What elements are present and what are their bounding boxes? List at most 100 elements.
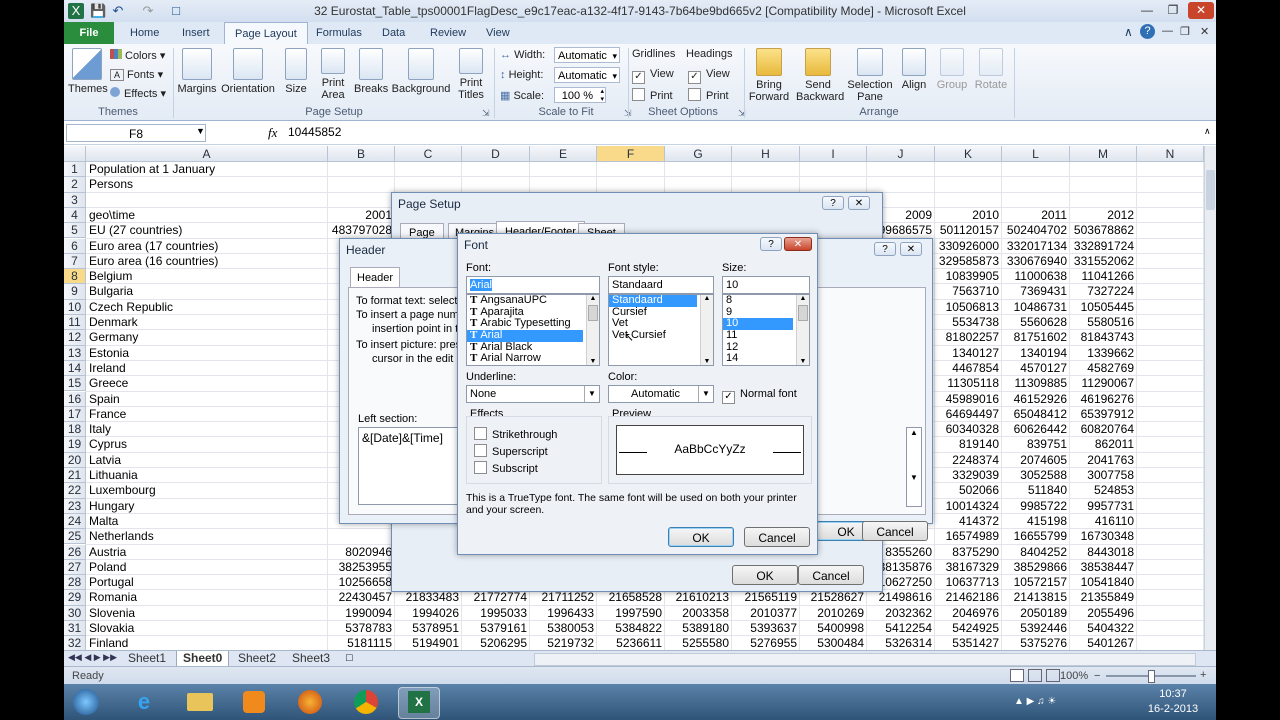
cell[interactable]: France xyxy=(86,407,346,422)
column-header[interactable]: H xyxy=(732,146,800,162)
cell[interactable]: 81802257 xyxy=(935,330,1002,345)
cell[interactable]: 483797028 xyxy=(328,223,395,238)
cell[interactable]: 1994026 xyxy=(395,606,462,621)
cell[interactable]: 10486731 xyxy=(1002,300,1070,315)
header-cancel-button[interactable]: Cancel xyxy=(862,521,928,541)
clock-date[interactable]: 16-2-2013 xyxy=(1140,703,1206,715)
cell[interactable]: 5219732 xyxy=(530,636,597,650)
group-button[interactable]: Group xyxy=(934,48,970,91)
cell[interactable]: 5392446 xyxy=(1002,621,1070,636)
cell[interactable] xyxy=(1002,177,1070,192)
cell[interactable]: 5393637 xyxy=(732,621,800,636)
sheet-tab-sheet2[interactable]: Sheet2 xyxy=(232,651,282,666)
sheet-tab-sheet1[interactable]: Sheet1 xyxy=(122,651,172,666)
cell[interactable]: 10256658 xyxy=(328,575,395,590)
cell[interactable] xyxy=(935,177,1002,192)
tab-data[interactable]: Data xyxy=(372,22,415,44)
cell[interactable]: 2001 xyxy=(328,208,395,223)
cell[interactable]: 21772774 xyxy=(462,590,530,605)
cell[interactable]: Slovakia xyxy=(86,621,346,636)
cell[interactable]: 21355849 xyxy=(1070,590,1137,605)
cell[interactable]: Italy xyxy=(86,422,346,437)
print-area-button[interactable]: Print Area xyxy=(316,48,350,101)
tab-view[interactable]: View xyxy=(476,22,520,44)
cell[interactable]: Austria xyxy=(86,545,346,560)
cell[interactable]: 5194901 xyxy=(395,636,462,650)
vertical-scrollbar[interactable] xyxy=(1204,146,1216,650)
cell[interactable]: 38538447 xyxy=(1070,560,1137,575)
page-setup-ok-button[interactable]: OK xyxy=(732,565,798,585)
ribbon-minimize-icon[interactable]: ∧ xyxy=(1124,25,1133,39)
column-header[interactable]: E xyxy=(530,146,597,162)
column-header[interactable]: L xyxy=(1002,146,1070,162)
row-header[interactable]: 22 xyxy=(64,483,86,499)
restore-button[interactable]: ❐ xyxy=(1160,2,1186,19)
row-header[interactable]: 27 xyxy=(64,559,86,576)
row-header[interactable]: 17 xyxy=(64,406,86,423)
cell[interactable]: 11305118 xyxy=(935,376,1002,391)
cell[interactable]: 7369431 xyxy=(1002,284,1070,299)
column-header[interactable]: F xyxy=(597,146,665,162)
clock-time[interactable]: 10:37 xyxy=(1148,688,1198,700)
horizontal-scrollbar[interactable] xyxy=(534,653,1196,666)
help-icon[interactable]: ? xyxy=(822,196,844,210)
cell[interactable]: 1996433 xyxy=(530,606,597,621)
cell[interactable]: 46152926 xyxy=(1002,392,1070,407)
cell[interactable]: 5379161 xyxy=(462,621,530,636)
cell[interactable]: 4582769 xyxy=(1070,361,1137,376)
cell[interactable]: 3052588 xyxy=(1002,468,1070,483)
cell[interactable]: 10541840 xyxy=(1070,575,1137,590)
color-select[interactable]: Automatic ▼ xyxy=(608,385,714,403)
tab-header[interactable]: Header xyxy=(350,267,401,289)
cell[interactable]: 21711252 xyxy=(530,590,597,605)
scale-input[interactable]: 100 % ▴ ▾ xyxy=(554,87,606,103)
row-header[interactable]: 5 xyxy=(64,223,86,239)
cell[interactable]: Germany xyxy=(86,330,346,345)
cell[interactable]: 2055496 xyxy=(1070,606,1137,621)
cell[interactable]: 330926000 xyxy=(935,239,1002,254)
cell[interactable]: Luxembourg xyxy=(86,483,346,498)
cell[interactable]: 60340328 xyxy=(935,422,1002,437)
formula-input[interactable]: 10445852 xyxy=(288,125,341,139)
cell[interactable]: Bulgaria xyxy=(86,284,346,299)
cell[interactable]: Denmark xyxy=(86,315,346,330)
column-header[interactable]: I xyxy=(800,146,867,162)
cell[interactable] xyxy=(1002,193,1070,208)
cell[interactable]: 21528627 xyxy=(800,590,867,605)
cell[interactable]: 9985722 xyxy=(1002,499,1070,514)
cell[interactable]: 8404252 xyxy=(1002,545,1070,560)
cell[interactable]: 5404322 xyxy=(1070,621,1137,636)
font-size-input[interactable]: 10 xyxy=(722,276,810,294)
cell[interactable]: 8443018 xyxy=(1070,545,1137,560)
cell[interactable]: 60820764 xyxy=(1070,422,1137,437)
select-all-corner[interactable] xyxy=(64,146,86,162)
bring-forward-button[interactable]: Bring Forward xyxy=(748,48,790,103)
cell[interactable]: Population at 1 January xyxy=(86,162,346,177)
cell[interactable]: 21610213 xyxy=(665,590,732,605)
cell[interactable]: 7563710 xyxy=(935,284,1002,299)
style-list-scrollbar[interactable]: ▲ ▼ xyxy=(700,295,713,365)
cell[interactable]: 2010377 xyxy=(732,606,800,621)
send-backward-button[interactable]: Send Backward xyxy=(796,48,844,103)
cell[interactable] xyxy=(1070,177,1137,192)
cell[interactable]: 81843743 xyxy=(1070,330,1137,345)
row-header[interactable]: 8 xyxy=(64,269,86,285)
cell[interactable]: 416110 xyxy=(1070,514,1137,529)
cell[interactable]: 502066 xyxy=(935,483,1002,498)
name-box[interactable]: F8 xyxy=(66,124,206,142)
cell[interactable]: 11000638 xyxy=(1002,269,1070,284)
row-header[interactable]: 9 xyxy=(64,284,86,300)
cell[interactable]: 5412254 xyxy=(867,621,935,636)
cell[interactable]: Euro area (16 countries) xyxy=(86,254,346,269)
cell[interactable]: 64694497 xyxy=(935,407,1002,422)
close-icon[interactable]: ✕ xyxy=(900,242,922,256)
cell[interactable]: 2010 xyxy=(935,208,1002,223)
minimize-button[interactable]: — xyxy=(1134,2,1160,19)
cell[interactable]: 1997590 xyxy=(597,606,665,621)
name-box-chevron-icon[interactable]: ▼ xyxy=(196,126,205,136)
cell[interactable]: 329585873 xyxy=(935,254,1002,269)
cell[interactable]: 2003358 xyxy=(665,606,732,621)
insert-function-icon[interactable]: fx xyxy=(268,125,277,141)
cell[interactable]: 10839905 xyxy=(935,269,1002,284)
tab-review[interactable]: Review xyxy=(420,22,476,44)
